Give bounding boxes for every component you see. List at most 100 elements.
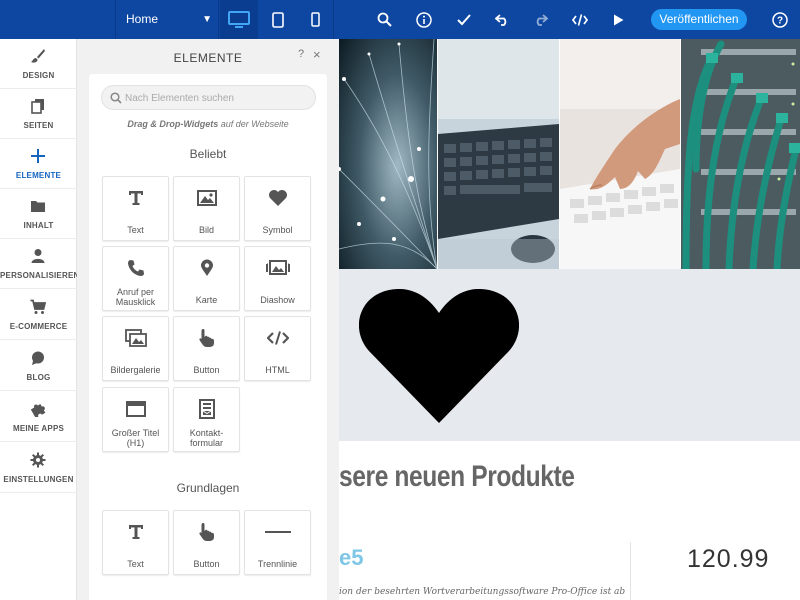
product-description: ion der besehrten Wortverarbeitungssoftw…	[339, 587, 626, 597]
website-canvas[interactable]: sere neuen Produkte e5 120.99 ion der be…	[339, 39, 800, 600]
nav-label-personalize: PERSONALISIEREN	[0, 271, 80, 280]
widget-label: Karte	[195, 295, 218, 305]
check-icon	[457, 13, 471, 25]
code-view-button[interactable]	[562, 0, 598, 39]
widget-button[interactable]: Button	[173, 316, 240, 381]
code-icon	[572, 13, 588, 26]
symbol-section[interactable]	[339, 269, 800, 441]
cart-icon	[30, 299, 46, 314]
widget-list: Drag & Drop-Widgets auf der Webseite Bel…	[89, 74, 327, 600]
nav-label-ecommerce: E-COMMERCE	[9, 322, 68, 331]
hero-image-strip[interactable]	[339, 39, 800, 269]
nav-label-content: INHALT	[23, 221, 54, 230]
undo-button[interactable]	[484, 0, 520, 39]
widget-label: Text	[127, 225, 144, 235]
page-selector-value: Home	[126, 12, 159, 26]
tablet-icon	[272, 11, 284, 28]
search-button[interactable]	[366, 0, 402, 39]
title-icon	[103, 399, 168, 419]
widget-basic-button[interactable]: Button	[173, 510, 240, 575]
widget-text[interactable]: Text	[102, 176, 169, 241]
element-search[interactable]	[101, 85, 316, 110]
widget-label: Bild	[198, 225, 214, 235]
widget-label: Diashow	[260, 295, 295, 305]
basics-section-title: Grundlagen	[176, 481, 240, 495]
widget-slideshow[interactable]: Diashow	[244, 246, 311, 311]
tablet-view-button[interactable]	[260, 0, 296, 39]
puzzle-icon	[30, 404, 46, 417]
info-button[interactable]	[406, 0, 442, 39]
widget-label: Button	[193, 365, 220, 375]
nav-item-ecommerce[interactable]: E-COMMERCE	[0, 290, 77, 340]
widget-map[interactable]: Karte	[173, 246, 240, 311]
widget-image[interactable]: Bild	[173, 176, 240, 241]
info-icon	[416, 11, 432, 28]
keyboard-mouse-image	[438, 39, 559, 269]
text-icon	[103, 522, 168, 542]
folder-icon	[31, 201, 45, 212]
nav-item-blog[interactable]: BLOG	[0, 341, 77, 391]
pointer-hand-icon	[174, 328, 239, 348]
widget-contact-form[interactable]: Kontakt-formular	[173, 387, 240, 452]
products-heading[interactable]: sere neuen Produkte	[339, 460, 575, 494]
widget-gallery[interactable]: Bildergalerie	[102, 316, 169, 381]
nav-item-settings[interactable]: EINSTELLUNGEN	[0, 443, 77, 493]
panel-help-icon[interactable]: ?	[298, 48, 304, 60]
brush-icon	[31, 49, 45, 63]
smartphone-icon	[311, 12, 320, 27]
widget-divider[interactable]: Trennlinie	[244, 510, 311, 575]
widget-click-to-call[interactable]: Anruf per Mausklick	[102, 246, 169, 311]
widget-label: Button	[193, 559, 220, 569]
redo-button[interactable]	[522, 0, 558, 39]
element-search-input[interactable]	[125, 90, 310, 106]
nav-label-design: DESIGN	[22, 71, 55, 80]
heart-icon	[359, 289, 519, 423]
redo-icon	[536, 14, 548, 26]
page-selector[interactable]: Home ▼	[115, 0, 219, 39]
search-icon	[110, 92, 122, 104]
nav-item-personalize[interactable]: PERSONALISIEREN	[0, 239, 80, 289]
gallery-icon	[103, 328, 168, 348]
undo-icon	[494, 14, 506, 26]
nav-label-pages: SEITEN	[23, 121, 54, 130]
nav-label-blog: BLOG	[26, 373, 51, 382]
help-button[interactable]: ?	[764, 0, 796, 39]
popular-section-title: Beliebt	[189, 147, 227, 161]
desktop-icon	[228, 10, 250, 28]
widget-symbol[interactable]: Symbol	[244, 176, 311, 241]
publish-button[interactable]: Veröffentlichen	[651, 9, 747, 30]
widget-html[interactable]: HTML	[244, 316, 311, 381]
widget-label: HTML	[265, 365, 290, 375]
top-toolbar: Home ▼ Veröffentlichen ?	[0, 0, 800, 39]
nav-item-content[interactable]: INHALT	[0, 189, 77, 239]
divider-icon	[245, 522, 310, 542]
play-icon	[613, 14, 623, 25]
svg-text:?: ?	[777, 15, 783, 26]
speech-bubble-icon	[32, 351, 44, 365]
nav-item-design[interactable]: DESIGN	[0, 39, 77, 89]
person-icon	[31, 249, 45, 263]
widget-label: Großer Titel (H1)	[111, 428, 160, 448]
drag-drop-hint: Drag & Drop-Widgets auf der Webseite	[89, 119, 327, 129]
nav-item-my-apps[interactable]: MEINE APPS	[0, 392, 77, 442]
widget-label: Anruf per Mausklick	[115, 287, 156, 307]
nav-item-pages[interactable]: SEITEN	[0, 89, 77, 139]
panel-close-icon[interactable]: ×	[313, 47, 321, 62]
widget-label: Trennlinie	[257, 559, 298, 569]
product-price[interactable]: 120.99	[687, 545, 769, 574]
desktop-view-button[interactable]	[220, 0, 258, 39]
phone-icon	[103, 258, 168, 278]
drag-drop-hint-bold: Drag & Drop-Widgets	[127, 119, 219, 129]
widget-basic-text[interactable]: Text	[102, 510, 169, 575]
widget-large-title[interactable]: Großer Titel (H1)	[102, 387, 169, 452]
slideshow-icon	[245, 258, 310, 278]
nav-label-elements: ELEMENTE	[15, 171, 62, 180]
nav-item-elements[interactable]: ELEMENTE	[0, 139, 77, 189]
text-icon	[103, 188, 168, 208]
product-accent-text: e5	[339, 545, 364, 570]
mobile-view-button[interactable]	[298, 0, 334, 39]
preview-button[interactable]	[600, 0, 636, 39]
map-pin-icon	[174, 258, 239, 278]
column-divider	[630, 542, 631, 600]
save-check-button[interactable]	[446, 0, 482, 39]
